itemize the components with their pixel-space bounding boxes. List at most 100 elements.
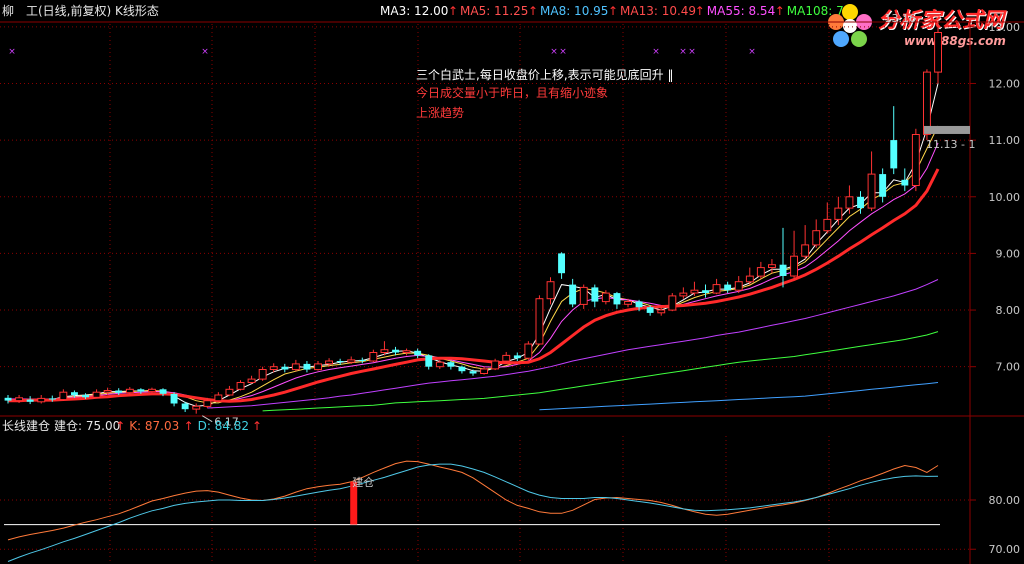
price-axis: 13.00 12.00 11.00 10.00 9.00 8.00 7.00 — [970, 21, 1020, 374]
pattern-mark-icon: × — [652, 47, 660, 57]
candle — [724, 281, 732, 294]
signal-label: 建仓 — [352, 475, 374, 489]
candle — [657, 307, 666, 316]
price-tick-label: 8.00 — [996, 304, 1021, 317]
candle-body — [546, 281, 555, 300]
candle-body — [702, 290, 709, 293]
candle-body — [734, 281, 743, 291]
candle-body — [4, 397, 12, 401]
ma-line-ma3 — [7, 83, 939, 407]
candle-body — [82, 395, 89, 398]
candle — [513, 352, 521, 362]
indicator-axis: 80.00 70.00 — [970, 494, 1020, 556]
candle-body — [879, 174, 887, 197]
candle — [214, 392, 223, 402]
candle-body — [380, 349, 389, 354]
candle-body — [347, 359, 356, 363]
candle-body — [336, 361, 344, 363]
price-tick-label: 9.00 — [996, 247, 1021, 260]
candle — [812, 219, 821, 248]
pattern-annotation-1: 三个白武士,每日收盘价上移,表示可能见底回升 ‖ — [416, 68, 674, 82]
price-tick-label: 12.00 — [989, 77, 1021, 90]
candle — [4, 395, 12, 404]
candle-body — [712, 284, 721, 294]
up-arrow-icon: ↑ — [115, 419, 126, 433]
candle — [369, 349, 378, 363]
candle-body — [281, 366, 289, 370]
candle-body — [756, 267, 765, 277]
candle — [734, 276, 743, 294]
candle-body — [402, 350, 411, 353]
pattern-mark-icon: × — [8, 47, 16, 57]
candle — [258, 366, 267, 381]
candle-body — [192, 405, 201, 410]
candle — [768, 259, 776, 274]
candle — [558, 252, 565, 279]
candle-body — [790, 255, 798, 277]
candle — [92, 389, 101, 399]
candle — [291, 359, 300, 372]
candle — [845, 185, 854, 214]
candle — [414, 348, 422, 359]
candle-body — [646, 307, 654, 313]
candle — [569, 278, 577, 308]
candle-body — [579, 286, 588, 305]
pattern-annotation-3: 上涨趋势 — [416, 106, 465, 120]
pattern-annotation-2: 今日成交量小于昨日，且有缩小迹象 — [416, 86, 609, 100]
candle-body — [170, 393, 178, 404]
candle-body — [447, 362, 455, 367]
candle-body — [258, 369, 267, 380]
pattern-mark-icon: × — [688, 47, 696, 57]
candle-body — [569, 284, 577, 305]
ma-line-ma_extra — [539, 382, 939, 411]
indicator-legend-item: K: 87.03 — [129, 419, 180, 433]
indicator-line-d — [7, 463, 939, 562]
candle-body — [857, 196, 864, 209]
candle-body — [845, 196, 854, 209]
candle — [712, 278, 721, 295]
candle-body — [425, 355, 433, 367]
price-tag-box — [924, 125, 970, 134]
candle — [480, 366, 489, 375]
candle — [546, 277, 555, 305]
candle — [502, 351, 511, 364]
candle — [303, 361, 311, 373]
pattern-mark-icon: × — [559, 47, 567, 57]
candle-body — [613, 293, 621, 305]
candle-body — [690, 289, 699, 294]
candle-body — [779, 264, 787, 276]
candle — [170, 392, 178, 407]
candle — [524, 341, 533, 360]
candle-body — [934, 32, 942, 73]
candle-body — [37, 397, 46, 403]
price-tick-label: 10.00 — [989, 191, 1021, 204]
candle-body — [867, 173, 876, 209]
candle — [591, 284, 599, 308]
candle-body — [745, 275, 754, 283]
candle-body — [214, 394, 223, 402]
candle-body — [823, 218, 832, 232]
candle — [402, 348, 411, 356]
candle-body — [601, 292, 610, 303]
candle — [26, 396, 34, 405]
candle-body — [535, 298, 544, 345]
candle — [425, 354, 433, 370]
candle — [690, 281, 699, 296]
candle-body — [591, 287, 599, 302]
up-arrow-icon: ↑ — [252, 419, 263, 433]
candle — [247, 375, 256, 384]
candle-body — [768, 264, 776, 269]
candle-body — [269, 366, 278, 371]
price-tick-label: 7.00 — [996, 361, 1021, 374]
pattern-mark-icon: × — [748, 47, 756, 57]
candle — [801, 225, 810, 260]
candle — [890, 106, 898, 175]
up-arrow-icon: ↑ — [183, 419, 194, 433]
candle — [745, 267, 754, 285]
candle-body — [125, 388, 134, 394]
candle — [358, 357, 366, 364]
candle-body — [435, 361, 444, 368]
candle-body — [358, 359, 366, 361]
candle-body — [657, 309, 666, 314]
indicator-panel: 建仓 — [4, 460, 940, 562]
